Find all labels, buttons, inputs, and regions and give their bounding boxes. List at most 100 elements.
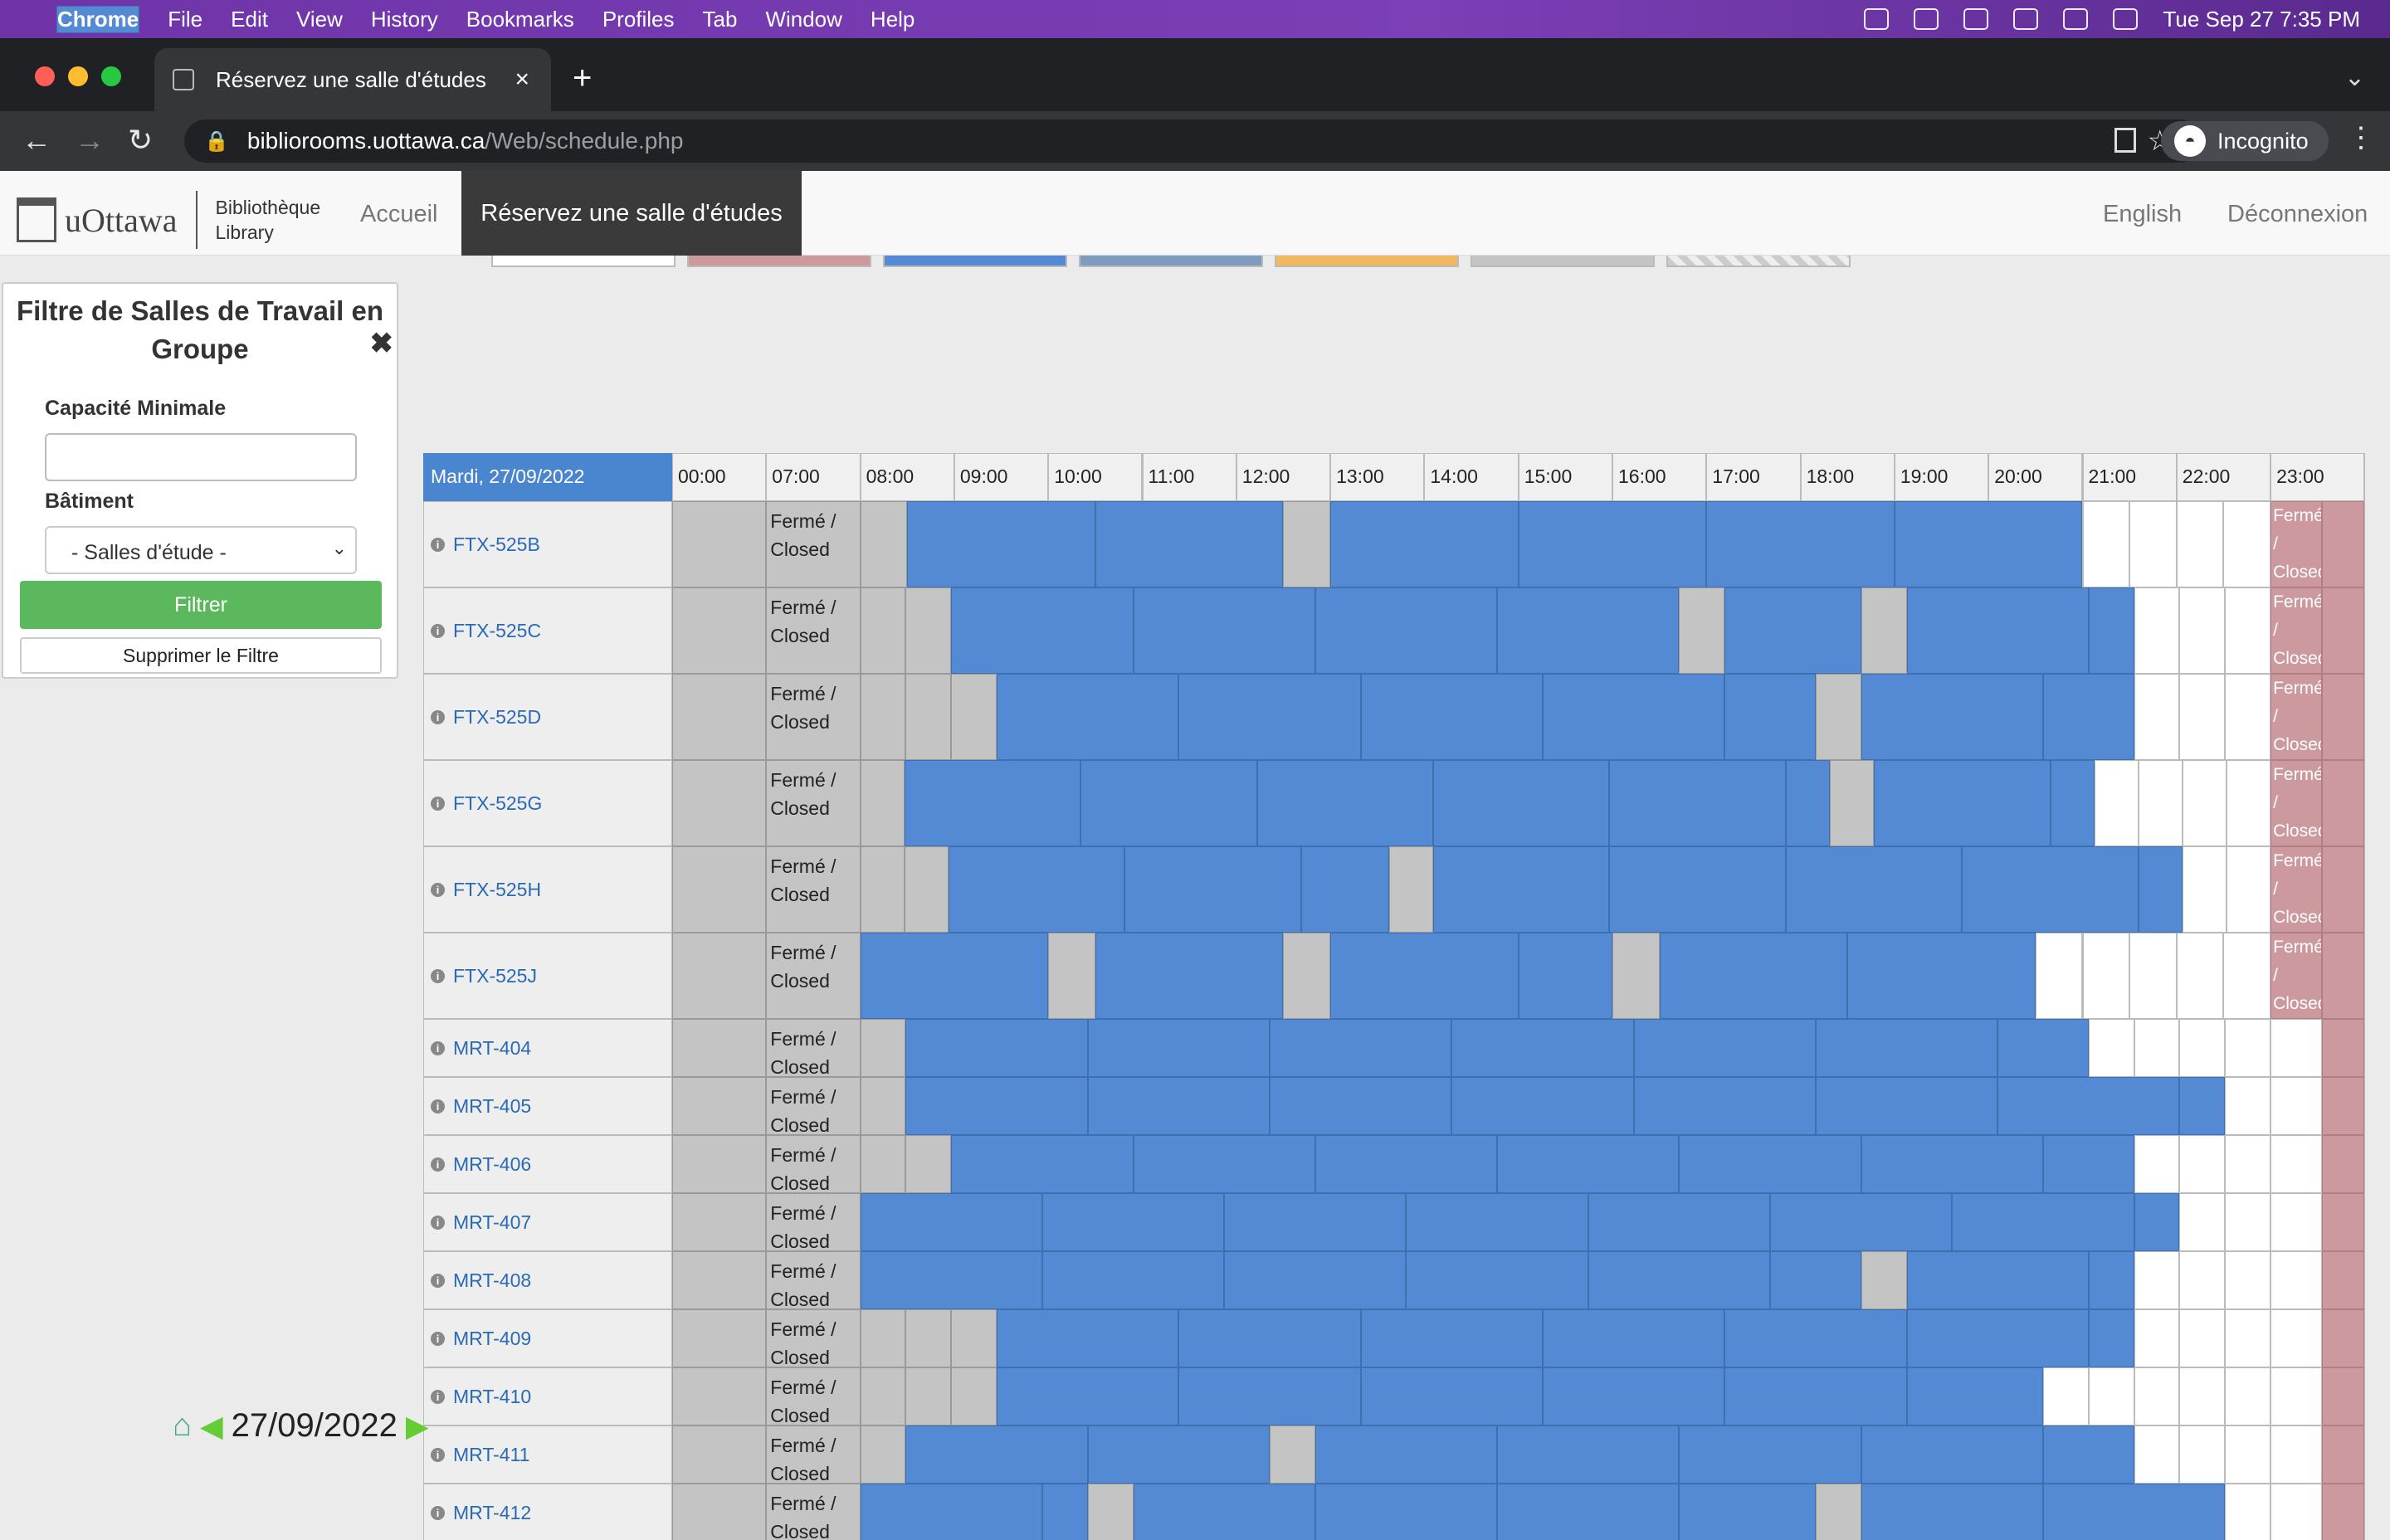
menu-tab[interactable]: Tab — [703, 7, 738, 32]
slot-available[interactable] — [2179, 1135, 2226, 1193]
uottawa-logo[interactable]: uOttawa Bibliothèque Library — [17, 191, 320, 249]
info-icon[interactable]: i — [431, 709, 445, 724]
slot-available[interactable] — [2225, 1425, 2271, 1484]
slot-available[interactable] — [2134, 674, 2180, 760]
room-name[interactable]: MRT-411 — [453, 1444, 529, 1466]
control-center-icon[interactable] — [2113, 8, 2139, 30]
slot-available[interactable] — [2270, 1193, 2323, 1251]
slot-available[interactable] — [2138, 760, 2183, 846]
menu-window[interactable]: Window — [765, 7, 841, 32]
building-select[interactable]: - Salles d'étude - ⌄ — [45, 526, 357, 574]
wifi-icon[interactable] — [2013, 8, 2039, 30]
room-name-mrt-410[interactable]: i MRT-410 — [423, 1367, 672, 1425]
nav-english-link[interactable]: English — [2103, 201, 2182, 228]
forward-icon[interactable]: → — [75, 123, 105, 158]
side-panel-icon[interactable] — [2114, 128, 2136, 153]
info-icon[interactable]: i — [431, 1273, 445, 1288]
nav-home-link[interactable]: Accueil — [360, 201, 438, 228]
capacity-input[interactable] — [45, 433, 357, 481]
slot-available[interactable] — [2088, 1019, 2134, 1077]
room-name-ftx-525c[interactable]: i FTX-525C — [423, 587, 672, 674]
incognito-badge[interactable]: ◓ Incognito — [2161, 121, 2329, 161]
slot-available[interactable] — [2225, 587, 2271, 674]
close-tab-icon[interactable]: × — [515, 66, 529, 94]
info-icon[interactable]: i — [431, 1331, 445, 1346]
slot-available[interactable] — [2270, 1309, 2323, 1367]
slot-available[interactable] — [2134, 1367, 2180, 1425]
slot-available[interactable] — [2179, 1309, 2226, 1367]
slot-available[interactable] — [2270, 1251, 2323, 1309]
room-name[interactable]: FTX-525H — [453, 879, 541, 901]
slot-available[interactable] — [2134, 1135, 2180, 1193]
back-icon[interactable]: ← — [22, 123, 51, 158]
address-bar[interactable]: 🔒 bibliorooms.uottawa.ca/Web/schedule.ph… — [184, 119, 2201, 163]
slot-available[interactable] — [2270, 1077, 2323, 1135]
nav-reserve-link[interactable]: Réservez une salle d'études — [461, 171, 802, 256]
slot-available[interactable] — [2225, 1193, 2271, 1251]
info-icon[interactable]: i — [431, 537, 445, 552]
info-icon[interactable]: i — [431, 882, 445, 897]
room-name[interactable]: FTX-525C — [453, 620, 541, 642]
slot-available[interactable] — [2223, 501, 2271, 587]
home-icon[interactable]: ⌂ — [173, 1408, 192, 1444]
room-name-ftx-525d[interactable]: i FTX-525D — [423, 674, 672, 760]
menubar-clock[interactable]: Tue Sep 27 7:35 PM — [2163, 7, 2360, 32]
room-name[interactable]: FTX-525B — [453, 534, 540, 556]
browser-tab[interactable]: Réservez une salle d'études × — [154, 48, 551, 111]
info-icon[interactable]: i — [431, 1389, 445, 1404]
room-name-mrt-408[interactable]: i MRT-408 — [423, 1251, 672, 1309]
menu-profiles[interactable]: Profiles — [602, 7, 675, 32]
room-name[interactable]: MRT-405 — [453, 1095, 531, 1118]
slot-available[interactable] — [2182, 760, 2227, 846]
slot-available[interactable] — [2134, 1019, 2180, 1077]
room-name[interactable]: MRT-407 — [453, 1211, 531, 1234]
slot-available[interactable] — [2035, 933, 2083, 1019]
slot-available[interactable] — [2176, 501, 2224, 587]
slot-available[interactable] — [2179, 674, 2226, 760]
slot-available[interactable] — [2225, 1367, 2271, 1425]
slot-available[interactable] — [2179, 1019, 2226, 1077]
info-icon[interactable]: i — [431, 1157, 445, 1172]
menu-edit[interactable]: Edit — [231, 7, 268, 32]
menu-bookmarks[interactable]: Bookmarks — [466, 7, 574, 32]
slot-available[interactable] — [2179, 1193, 2226, 1251]
info-icon[interactable]: i — [431, 796, 445, 811]
slot-available[interactable] — [2176, 933, 2224, 1019]
slot-available[interactable] — [2226, 760, 2271, 846]
slot-available[interactable] — [2134, 1309, 2180, 1367]
slot-available[interactable] — [2179, 1425, 2226, 1484]
status-app-icon[interactable] — [1963, 8, 1989, 30]
slot-available[interactable] — [2226, 846, 2271, 933]
room-name[interactable]: MRT-406 — [453, 1153, 531, 1176]
drive-icon[interactable] — [1864, 8, 1890, 30]
slot-available[interactable] — [2182, 846, 2227, 933]
slot-available[interactable] — [2225, 674, 2271, 760]
previous-day-icon[interactable]: ◀ — [200, 1409, 223, 1444]
reload-icon[interactable]: ↻ — [128, 123, 153, 158]
close-window-button[interactable] — [35, 66, 55, 86]
slot-available[interactable] — [2129, 501, 2177, 587]
menu-history[interactable]: History — [371, 7, 438, 32]
slot-available[interactable] — [2088, 1367, 2134, 1425]
room-name-mrt-405[interactable]: i MRT-405 — [423, 1077, 672, 1135]
room-name[interactable]: MRT-412 — [453, 1502, 531, 1524]
room-name-mrt-412[interactable]: i MRT-412 — [423, 1484, 672, 1540]
slot-available[interactable] — [2225, 1077, 2271, 1135]
room-name-ftx-525j[interactable]: i FTX-525J — [423, 933, 672, 1019]
slot-available[interactable] — [2225, 1251, 2271, 1309]
slot-available[interactable] — [2094, 760, 2139, 846]
cloud-icon[interactable] — [1914, 8, 1939, 30]
slot-available[interactable] — [2225, 1484, 2271, 1540]
filter-button[interactable]: Filtrer — [20, 581, 382, 629]
more-menu-icon[interactable]: ⋮ — [2347, 121, 2375, 154]
slot-available[interactable] — [2179, 1367, 2226, 1425]
room-name-mrt-409[interactable]: i MRT-409 — [423, 1309, 672, 1367]
room-name-mrt-404[interactable]: i MRT-404 — [423, 1019, 672, 1077]
room-name-mrt-411[interactable]: i MRT-411 — [423, 1425, 672, 1484]
menu-help[interactable]: Help — [871, 7, 915, 32]
slot-available[interactable] — [2082, 933, 2130, 1019]
clear-filter-button[interactable]: Supprimer le Filtre — [20, 637, 382, 674]
info-icon[interactable]: i — [431, 968, 445, 983]
slot-available[interactable] — [2179, 587, 2226, 674]
slot-available[interactable] — [2270, 1135, 2323, 1193]
